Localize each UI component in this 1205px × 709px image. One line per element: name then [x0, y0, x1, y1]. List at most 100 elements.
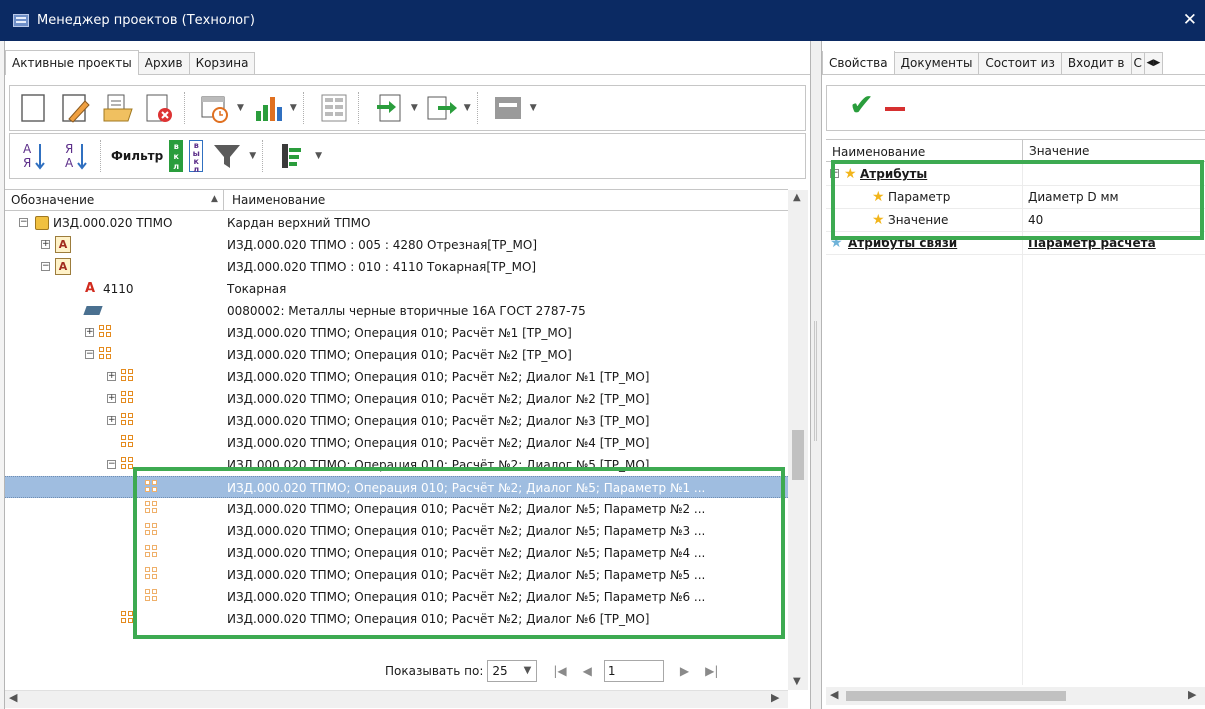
tree-row[interactable]: + ИЗД.000.020 ТПМО; Операция 010; Расчёт… [5, 366, 788, 388]
filter-on-toggle[interactable]: вкл [169, 140, 184, 172]
tree-row[interactable]: + ИЗД.000.020 ТПМО; Операция 010; Расчёт… [5, 410, 788, 432]
operation-icon: A [55, 236, 71, 253]
scroll-right-icon[interactable]: ▶ [1188, 688, 1196, 701]
tree-horizontal-scrollbar[interactable]: ◀ ▶ [5, 690, 788, 708]
edit-document-icon[interactable] [58, 90, 94, 126]
tab-more[interactable]: С [1130, 52, 1145, 74]
link-value[interactable]: Параметр расчёта [1028, 232, 1156, 255]
scroll-up-icon[interactable]: ▲ [793, 192, 801, 203]
properties-icon[interactable] [490, 90, 526, 126]
scroll-thumb[interactable] [792, 430, 804, 480]
open-folder-icon[interactable] [100, 90, 136, 126]
collapse-icon[interactable]: − [19, 218, 28, 227]
tree-row[interactable]: ИЗД.000.020 ТПМО; Операция 010; Расчёт №… [5, 542, 788, 564]
collapse-icon[interactable]: − [85, 350, 94, 359]
tree-row[interactable]: 0080002: Металлы черные вторичные 16А ГО… [5, 300, 788, 322]
tree-vertical-scrollbar[interactable]: ▲ ▼ [788, 190, 808, 690]
chevron-down-icon[interactable]: ▼ [290, 103, 297, 113]
expand-icon[interactable]: + [107, 416, 116, 425]
chevron-down-icon[interactable]: ▼ [411, 103, 418, 113]
tree-row[interactable]: − ИЗД.000.020 ТПМО; Операция 010; Расчёт… [5, 454, 788, 476]
filter-label[interactable]: Фильтр [111, 149, 163, 163]
scroll-left-icon[interactable]: ◀ [830, 688, 838, 701]
scroll-thumb[interactable] [846, 691, 1066, 701]
tree-row[interactable]: + A ИЗД.000.020 ТПМО : 005 : 4280 Отрезн… [5, 234, 788, 256]
column-header-name[interactable]: Наименование [223, 190, 325, 210]
import-icon[interactable] [371, 90, 407, 126]
column-header-value[interactable]: Значение [1022, 140, 1089, 162]
parameter-icon [145, 589, 159, 604]
collapse-icon[interactable]: − [830, 169, 839, 178]
tree-structure-icon[interactable] [275, 138, 311, 174]
property-grid-header: Наименование Значение [826, 140, 1205, 162]
first-page-icon[interactable]: |◀ [553, 664, 566, 678]
tree-row[interactable]: ИЗД.000.020 ТПМО; Операция 010; Расчёт №… [5, 432, 788, 454]
pane-splitter[interactable] [811, 41, 821, 709]
checkmark-icon[interactable]: ✔ [849, 88, 874, 123]
chevron-down-icon[interactable]: ▼ [315, 151, 322, 161]
tree-row[interactable]: ИЗД.000.020 ТПМО; Операция 010; Расчёт №… [5, 608, 788, 630]
expand-icon[interactable]: + [85, 328, 94, 337]
tree-row[interactable]: ИЗД.000.020 ТПМО; Операция 010; Расчёт №… [5, 564, 788, 586]
chevron-down-icon[interactable]: ▼ [249, 151, 256, 161]
tree-row[interactable]: ИЗД.000.020 ТПМО; Операция 010; Расчёт №… [5, 520, 788, 542]
scroll-right-icon[interactable]: ▶ [771, 691, 779, 704]
tab-trash[interactable]: Корзина [188, 52, 256, 74]
property-row[interactable]: ★ Параметр Диаметр D мм [826, 186, 1205, 209]
column-header-designation[interactable]: Обозначение [11, 193, 94, 207]
splitter-grip[interactable] [814, 321, 817, 441]
tree-row[interactable]: ИЗД.000.020 ТПМО; Операция 010; Расчёт №… [5, 586, 788, 608]
page-input[interactable]: 1 [603, 660, 664, 682]
tab-scroll-arrows[interactable]: ◀▶ [1143, 52, 1164, 74]
tab-documents[interactable]: Документы [893, 52, 980, 74]
next-page-icon[interactable]: ▶ [680, 664, 689, 678]
calendar-clock-icon[interactable] [197, 90, 233, 126]
bar-chart-icon[interactable] [250, 90, 286, 126]
property-group-row[interactable]: ★ Атрибуты связи Параметр расчёта [826, 232, 1205, 255]
sort-descending-icon[interactable]: ЯА [58, 138, 94, 174]
close-icon[interactable]: ✕ [1183, 10, 1197, 30]
chevron-down-icon[interactable]: ▼ [530, 103, 537, 113]
scroll-left-icon[interactable]: ◀ [9, 691, 17, 704]
operation-icon: A [55, 258, 71, 275]
delete-document-icon[interactable] [142, 90, 178, 126]
tree-row[interactable]: ИЗД.000.020 ТПМО; Операция 010; Расчёт №… [5, 498, 788, 520]
tree-row[interactable]: − ИЗД.000.020 ТПМО Кардан верхний ТПМО [5, 212, 788, 234]
tree-row[interactable]: A 4110 Токарная [5, 278, 788, 300]
property-group-row[interactable]: − ★ Атрибуты [826, 163, 1205, 186]
scroll-down-icon[interactable]: ▼ [793, 676, 801, 687]
collapse-icon[interactable]: − [107, 460, 116, 469]
tab-properties[interactable]: Свойства [822, 51, 895, 74]
export-icon[interactable] [424, 90, 460, 126]
tab-part-of[interactable]: Входит в [1060, 52, 1132, 74]
tree-row[interactable]: − A ИЗД.000.020 ТПМО : 010 : 4110 Токарн… [5, 256, 788, 278]
new-document-icon[interactable] [16, 90, 52, 126]
minus-icon[interactable] [885, 107, 905, 111]
tree-row[interactable]: + ИЗД.000.020 ТПМО; Операция 010; Расчёт… [5, 322, 788, 344]
property-value[interactable]: Диаметр D мм [1028, 186, 1119, 209]
view-grid-icon[interactable] [316, 90, 352, 126]
filter-off-toggle[interactable]: выкл [189, 140, 204, 174]
column-header-name[interactable]: Наименование [832, 145, 925, 159]
property-value[interactable]: 40 [1028, 209, 1043, 232]
tree-row-selected[interactable]: ИЗД.000.020 ТПМО; Операция 010; Расчёт №… [5, 476, 788, 498]
prev-page-icon[interactable]: ◀ [583, 664, 592, 678]
page-size-select[interactable]: 25 ▼ [487, 660, 538, 682]
chevron-down-icon[interactable]: ▼ [237, 103, 244, 113]
properties-horizontal-scrollbar[interactable]: ◀ ▶ [826, 687, 1205, 705]
tab-active-projects[interactable]: Активные проекты [5, 50, 139, 75]
expand-icon[interactable]: + [107, 394, 116, 403]
expand-icon[interactable]: + [41, 240, 50, 249]
tree-row[interactable]: − ИЗД.000.020 ТПМО; Операция 010; Расчёт… [5, 344, 788, 366]
expand-icon[interactable]: + [107, 372, 116, 381]
collapse-icon[interactable]: − [41, 262, 50, 271]
chevron-down-icon[interactable]: ▼ [464, 103, 471, 113]
property-row[interactable]: ★ Значение 40 [826, 209, 1205, 232]
tab-consists-of[interactable]: Состоит из [978, 52, 1062, 74]
last-page-icon[interactable]: ▶| [705, 664, 718, 678]
funnel-icon[interactable] [209, 138, 245, 174]
sort-ascending-icon[interactable]: АЯ [16, 138, 52, 174]
tab-archive[interactable]: Архив [137, 52, 190, 74]
tree-row[interactable]: + ИЗД.000.020 ТПМО; Операция 010; Расчёт… [5, 388, 788, 410]
row-name: Токарная [227, 282, 287, 296]
